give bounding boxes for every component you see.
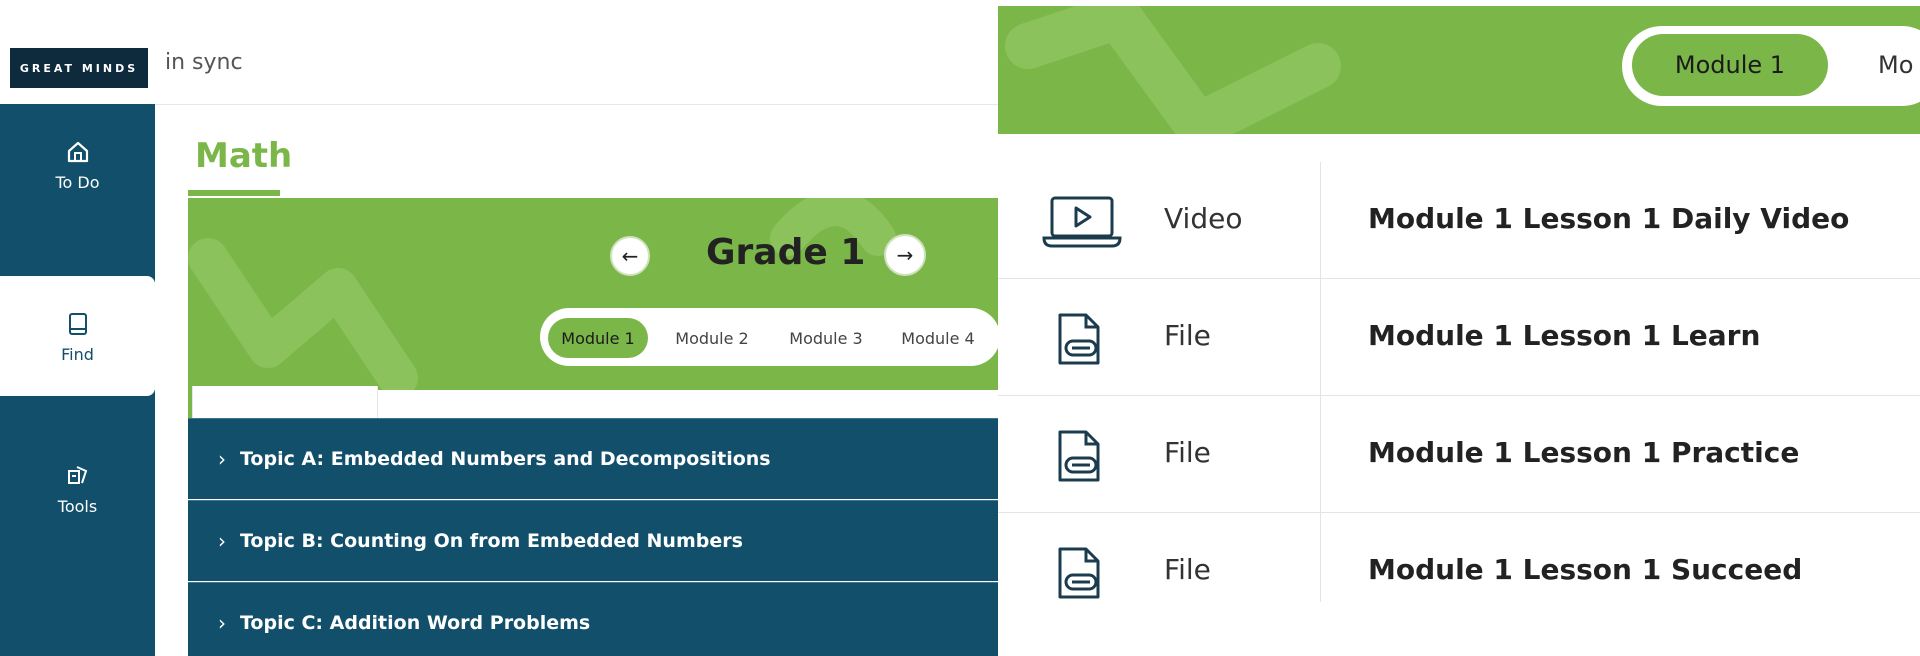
chevron-right-icon: › [218, 611, 226, 635]
list-item[interactable]: File Module 1 Lesson 1 Learn [998, 279, 1920, 396]
great-minds-logo[interactable]: GREAT MINDS [10, 48, 148, 88]
topic-title: Topic B: Counting On from Embedded Numbe… [240, 530, 743, 552]
item-type: File [1164, 319, 1211, 352]
tab-module-1[interactable]: Module 1 [1632, 34, 1828, 96]
topic-row-b[interactable]: › Topic B: Counting On from Embedded Num… [188, 500, 998, 581]
item-title[interactable]: Module 1 Lesson 1 Practice [1368, 436, 1799, 469]
item-title[interactable]: Module 1 Lesson 1 Daily Video [1368, 202, 1849, 235]
prev-grade-button[interactable]: ← [610, 236, 650, 276]
book-icon [63, 309, 93, 339]
list-item[interactable]: File Module 1 Lesson 1 Practice [998, 396, 1920, 513]
list-item[interactable]: File Module 1 Lesson 1 Succeed [998, 513, 1920, 603]
video-laptop-icon [1042, 194, 1124, 250]
module-banner: Module 1 Mo [998, 6, 1920, 134]
app-name: in sync [165, 50, 243, 75]
sidebar-item-label: Tools [57, 496, 98, 516]
tab-module-4[interactable]: Module 4 [888, 318, 988, 358]
item-type: File [1164, 553, 1211, 586]
item-type: File [1164, 436, 1211, 469]
sidebar-item-label: Find [61, 344, 94, 364]
file-clip-icon [1042, 428, 1124, 484]
chevron-right-icon: › [218, 529, 226, 553]
topic-row-c[interactable]: › Topic C: Addition Word Problems [188, 582, 998, 656]
item-type: Video [1164, 202, 1243, 235]
home-icon [63, 137, 93, 167]
sidebar-item-find[interactable]: Find [0, 276, 155, 396]
tools-icon [63, 461, 93, 491]
next-grade-button[interactable]: → [884, 234, 926, 276]
content-card-edge [192, 386, 378, 419]
item-title[interactable]: Module 1 Lesson 1 Succeed [1368, 553, 1802, 586]
chevron-right-icon: › [218, 447, 226, 471]
topic-title: Topic A: Embedded Numbers and Decomposit… [240, 448, 771, 470]
tab-module-1[interactable]: Module 1 [548, 318, 648, 358]
sidebar: To Do Find Tools [0, 104, 155, 656]
tab-module-2[interactable]: Module 2 [662, 318, 762, 358]
tab-module-3[interactable]: Module 3 [776, 318, 876, 358]
sidebar-item-tools[interactable]: Tools [0, 428, 155, 548]
subject-underline [188, 190, 280, 196]
topic-row-a[interactable]: › Topic A: Embedded Numbers and Decompos… [188, 418, 998, 499]
right-screenshot: Module 1 Mo Video Module 1 Lesson 1 Dail… [998, 0, 1920, 656]
file-clip-icon [1042, 545, 1124, 601]
top-bar: GREAT MINDS in sync [0, 0, 998, 105]
sidebar-item-to-do[interactable]: To Do [0, 104, 155, 224]
list-item[interactable]: Video Module 1 Lesson 1 Daily Video [998, 162, 1920, 279]
file-clip-icon [1042, 311, 1124, 367]
subject-title: Math [195, 136, 293, 176]
left-screenshot: GREAT MINDS in sync To Do Find Tools Mat… [0, 0, 998, 656]
item-title[interactable]: Module 1 Lesson 1 Learn [1368, 319, 1760, 352]
grade-title: Grade 1 [706, 232, 866, 273]
topic-title: Topic C: Addition Word Problems [240, 612, 591, 634]
tab-module-next[interactable]: Mo [1878, 34, 1913, 96]
sidebar-item-label: To Do [55, 172, 100, 192]
